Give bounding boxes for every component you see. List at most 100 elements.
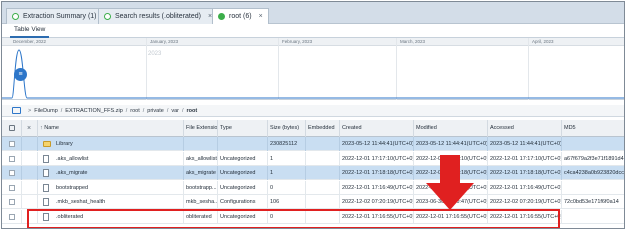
breadcrumb-item-current[interactable]: root [187, 108, 198, 114]
table-row[interactable]: .mkb_seshat_health mkb_sesha... Configurat… [2, 195, 624, 210]
row-spacer [22, 166, 38, 181]
tab-search-results[interactable]: Search results (.obliterated) × [98, 8, 219, 24]
row-checkbox[interactable] [9, 199, 15, 206]
folder-path-icon [12, 107, 21, 114]
timeline-ruler: December, 2022 January, 2023 February, 2… [2, 38, 624, 46]
row-check[interactable] [2, 210, 22, 224]
file-icon [43, 183, 49, 192]
timeline-panel[interactable]: December, 2022 January, 2023 February, 2… [2, 38, 624, 100]
row-spacer [22, 151, 38, 166]
cell-extension: aks_migrate [184, 166, 218, 181]
column-header-md5[interactable]: MD5 [562, 120, 624, 137]
column-header-modified[interactable]: Modified [414, 120, 488, 137]
table-row[interactable]: bootstrapped bootstrapp... Uncategorized 0 2… [2, 180, 624, 195]
tab-root[interactable]: root (6) × [212, 8, 269, 24]
cell-embedded [306, 137, 340, 151]
column-header-tag[interactable] [2, 120, 22, 137]
breadcrumb-item[interactable]: var [171, 108, 179, 114]
document-tab-strip: Extraction Summary (1) × Search results … [2, 2, 624, 24]
row-spacer [22, 195, 38, 210]
row-checkbox[interactable] [9, 155, 15, 162]
row-check[interactable] [2, 166, 22, 181]
row-spacer [22, 180, 38, 195]
row-spacer [22, 137, 38, 151]
row-check[interactable] [2, 137, 22, 151]
cell-extension: bootstrapp... [184, 180, 218, 195]
table-row[interactable]: .aks_allowlist aks_allowlist Uncategorized… [2, 151, 624, 166]
cell-name: .mkb_seshat_health [38, 195, 184, 210]
column-header-created[interactable]: Created [340, 120, 414, 137]
breadcrumb-item[interactable]: private [147, 108, 164, 114]
close-icon[interactable]: × [259, 13, 263, 20]
table-header: × ↑ Name File Extension Type Size (bytes… [2, 120, 624, 137]
cell-size: 230825112 [268, 137, 306, 151]
cell-embedded [306, 166, 340, 181]
cell-name: .aks_migrate [38, 166, 184, 181]
column-header-size[interactable]: Size (bytes) [268, 120, 306, 137]
list-glyph: ≡ [18, 71, 23, 78]
month-label: March, 2023 [400, 39, 426, 44]
cell-created: 2022-12-01 17:17:10(UTC+0) [340, 151, 414, 166]
tab-table-view[interactable]: Table View [10, 26, 50, 38]
path-separator: / [60, 107, 63, 114]
table-row[interactable]: .aks_migrate aks_migrate Uncategorized 1 202… [2, 166, 624, 181]
red-arrow-annotation [426, 155, 474, 210]
month-label: February, 2023 [282, 39, 313, 44]
cell-embedded [306, 151, 340, 166]
cell-embedded [306, 195, 340, 210]
row-check[interactable] [2, 180, 22, 195]
cell-type: Uncategorized [218, 166, 268, 181]
cell-md5: a67f679a2f3e71f1891d4 [562, 152, 624, 166]
breadcrumb-item[interactable]: FileDump [34, 108, 58, 114]
status-dot-icon [218, 13, 225, 20]
path-separator: > [28, 107, 32, 114]
file-icon [43, 169, 49, 178]
path-separator: / [125, 107, 128, 114]
row-checkbox[interactable] [9, 170, 15, 177]
row-checkbox[interactable] [9, 141, 15, 147]
cell-created: 2023-05-12 11:44:41(UTC+0) [340, 137, 414, 151]
column-header-name[interactable]: ↑ Name [38, 120, 184, 137]
cell-type [218, 137, 268, 151]
column-header-extension[interactable]: File Extension [184, 120, 218, 137]
row-checkbox[interactable] [9, 214, 15, 220]
cell-md5 [562, 181, 624, 195]
column-header-type[interactable]: Type [218, 120, 268, 137]
tab-label: root (6) [229, 13, 252, 20]
list-icon[interactable]: ≡ [14, 68, 27, 81]
cell-size: 106 [268, 195, 306, 210]
cell-type: Configurations [218, 195, 268, 210]
cell-extension: aks_allowlist [184, 151, 218, 166]
cell-size: 0 [268, 180, 306, 195]
tag-icon [9, 125, 15, 131]
breadcrumb-item[interactable]: root [130, 108, 139, 114]
month-label: January, 2023 [150, 39, 179, 44]
file-name: Library [56, 141, 73, 147]
column-header-accessed[interactable]: Accessed [488, 120, 562, 137]
row-check[interactable] [2, 195, 22, 210]
cell-created: 2022-12-01 17:18:18(UTC+0) [340, 166, 414, 181]
file-name: bootstrapped [56, 184, 89, 191]
month-label: December, 2022 [13, 39, 47, 44]
cell-md5 [562, 210, 624, 224]
month-label: April, 2023 [532, 39, 554, 44]
table-row[interactable]: Library 230825112 2023-05-12 11:44:41(UTC+… [2, 137, 624, 151]
close-icon: × [27, 125, 32, 132]
cell-name: bootstrapped [38, 180, 184, 195]
breadcrumb-item[interactable]: EXTRACTION_FFS.zip [65, 108, 122, 114]
cell-md5: c4ca4238a0b923820dcc [562, 166, 624, 180]
file-icon [43, 198, 49, 207]
cell-type: Uncategorized [218, 151, 268, 166]
file-icon [43, 154, 49, 163]
timeline-activity-graph [2, 49, 624, 99]
cell-md5 [562, 137, 624, 151]
tab-label: Search results (.obliterated) [115, 13, 201, 20]
row-checkbox[interactable] [9, 184, 15, 191]
cell-created: 2022-12-01 17:16:49(UTC+0) [340, 180, 414, 195]
cell-name: .aks_allowlist [38, 151, 184, 166]
row-check[interactable] [2, 151, 22, 166]
status-ring-icon [12, 13, 19, 20]
column-header-embedded[interactable]: Embedded [306, 120, 340, 137]
column-header-remove[interactable]: × [22, 120, 38, 137]
highlight-box [27, 209, 560, 228]
